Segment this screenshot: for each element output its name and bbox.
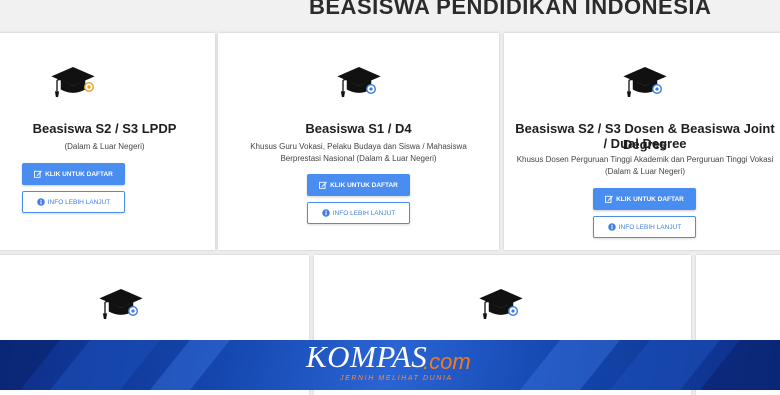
card-title-continued: / Dual Degree [603, 136, 687, 151]
kompas-banner: KOMPAS .com JERNIH MELIHAT DUNIA [0, 340, 780, 390]
info-button[interactable]: INFO LEBIH LANJUT [593, 216, 696, 238]
scholarship-card-s1-d4: Beasiswa S1 / D4 Khusus Guru Vokasi, Pel… [218, 33, 499, 250]
graduation-cap-icon [336, 66, 382, 103]
card-title: Beasiswa S2 / S3 LPDP [32, 121, 177, 136]
kompas-logo: KOMPAS [306, 340, 428, 374]
scholarship-card-lpdp: Beasiswa S2 / S3 LPDP (Dalam & Luar Nege… [0, 33, 215, 250]
edit-icon [605, 195, 613, 203]
register-button[interactable]: KLIK UNTUK DAFTAR [307, 174, 410, 196]
info-button-label: INFO LEBIH LANJUT [618, 223, 682, 231]
info-button-label: INFO LEBIH LANJUT [332, 209, 396, 217]
info-circle-icon [321, 209, 330, 217]
scholarship-card-dosen: Beasiswa S2 / S3 Dosen & Beasiswa Joint … [504, 33, 780, 250]
graduation-cap-icon [622, 66, 668, 103]
card-description: (Dalam & Luar Negeri) [64, 142, 145, 151]
register-button[interactable]: KLIK UNTUK DAFTAR [593, 188, 696, 210]
edit-icon [319, 181, 327, 189]
graduation-cap-icon [478, 288, 524, 325]
edit-icon [34, 170, 42, 178]
info-circle-icon [607, 223, 616, 231]
card-description: Khusus Dosen Perguruan Tinggi Akademik d… [516, 155, 774, 176]
kompas-logo-tld: .com [423, 349, 471, 374]
info-button[interactable]: INFO LEBIH LANJUT [22, 191, 125, 213]
info-circle-icon [36, 198, 45, 206]
register-button-label: KLIK UNTUK DAFTAR [330, 181, 398, 189]
register-button[interactable]: KLIK UNTUK DAFTAR [22, 163, 125, 185]
card-title: Beasiswa S1 / D4 [305, 121, 412, 136]
register-button-label: KLIK UNTUK DAFTAR [616, 195, 684, 203]
register-button-label: KLIK UNTUK DAFTAR [45, 170, 113, 178]
page-title: BEASISWA PENDIDIKAN INDONESIA [309, 0, 712, 19]
graduation-cap-icon [98, 288, 144, 325]
info-button[interactable]: INFO LEBIH LANJUT [307, 202, 410, 224]
card-description: Khusus Guru Vokasi, Pelaku Budaya dan Si… [250, 142, 467, 163]
info-button-label: INFO LEBIH LANJUT [47, 198, 111, 206]
kompas-tagline: JERNIH MELIHAT DUNIA [340, 375, 453, 382]
graduation-cap-icon [50, 66, 96, 103]
